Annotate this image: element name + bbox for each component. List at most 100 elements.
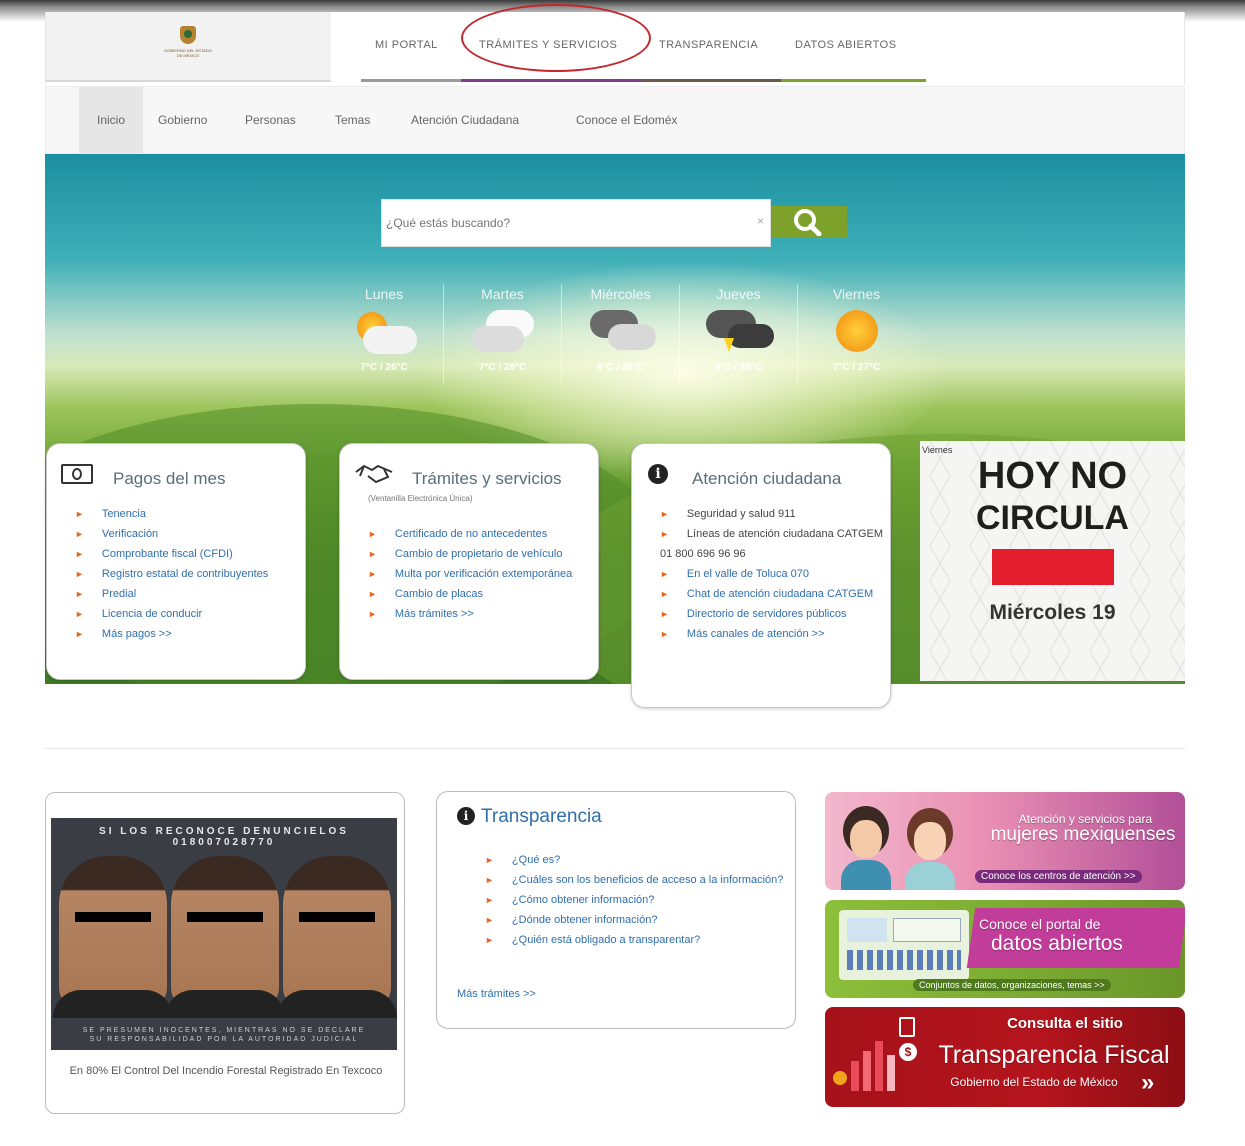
topnav-transparencia[interactable]: TRANSPARENCIA xyxy=(659,39,758,51)
pagos-link[interactable]: ► Comprobante fiscal (CFDI) xyxy=(75,544,295,564)
mujeres-banner[interactable]: Atención y servicios para mujeres mexiqu… xyxy=(825,792,1185,890)
transparencia-link[interactable]: ► ¿Cuáles son los beneficios de acceso a … xyxy=(485,870,785,890)
weather-temp: 6°C / 26°C xyxy=(714,362,763,373)
woman-illustration xyxy=(903,808,957,890)
mas-tramites-link[interactable]: ► Más trámites >> xyxy=(368,604,596,624)
hoy-no-circula-panel[interactable]: Viernes HOY NO CIRCULA Miércoles 19 xyxy=(920,441,1185,681)
subnav-atencion-ciudadana[interactable]: Atención Ciudadana xyxy=(411,87,519,153)
tramites-link[interactable]: ► Multa por verificación extemporánea xyxy=(368,564,596,584)
weather-day: Viernes 7°C / 27°C xyxy=(797,284,915,384)
news-poster-image[interactable]: SI LOS RECONOCE DENUNCIELOS 018007028770 … xyxy=(51,818,397,1050)
rain-cloud-icon xyxy=(586,308,656,356)
search-button[interactable] xyxy=(771,206,847,238)
logo-area: GOBIERNO DEL ESTADO DE MÉXICO xyxy=(46,12,331,82)
dashboard-illustration xyxy=(839,910,969,980)
suspect-photo xyxy=(165,856,285,1018)
fiscal-line1: Consulta el sitio xyxy=(1007,1015,1123,1032)
transparencia-link[interactable]: ► ¿Dónde obtener información? xyxy=(485,910,785,930)
weather-temp: 6°C / 26°C xyxy=(596,362,645,373)
pagos-link[interactable]: ► Verificación xyxy=(75,524,295,544)
mujeres-cta[interactable]: Conoce los centros de atención >> xyxy=(975,870,1142,883)
transparencia-link[interactable]: ► ¿Cómo obtener información? xyxy=(485,890,785,910)
atencion-item[interactable]: ► Líneas de atención ciudadana CATGEM 01 … xyxy=(660,524,888,564)
subnav-inicio[interactable]: Inicio xyxy=(79,87,143,153)
transparencia-link[interactable]: ► ¿Quién está obligado a transparentar? xyxy=(485,930,785,950)
finance-chart-illustration: $ xyxy=(833,1017,929,1101)
woman-illustration xyxy=(839,806,893,890)
datos-abiertos-banner[interactable]: Conoce el portal de datos abiertos Conju… xyxy=(825,900,1185,998)
topnav-bar-mi-portal xyxy=(361,79,461,82)
tramites-link[interactable]: ► Certificado de no antecedentes xyxy=(368,524,596,544)
weather-temp: 7°C / 26°C xyxy=(478,362,527,373)
suspect-photo xyxy=(53,856,173,1018)
search-input[interactable] xyxy=(386,210,756,236)
storm-icon xyxy=(704,308,774,356)
subnav-conoce-edomex[interactable]: Conoce el Edoméx xyxy=(576,87,677,153)
pagos-card: Pagos del mes ► Tenencia ► Verificación ► C… xyxy=(46,443,306,680)
info-icon: i xyxy=(457,807,475,825)
weather-day: Jueves 6°C / 26°C xyxy=(679,284,797,384)
hoy-no-circula-title: HOY NO xyxy=(977,455,1128,497)
transparencia-title: i Transparencia xyxy=(457,806,602,828)
datos-line2: datos abiertos xyxy=(991,932,1123,955)
handshake-icon xyxy=(355,464,393,484)
info-icon: i xyxy=(648,464,668,484)
topnav-bar-transparencia xyxy=(641,79,781,82)
fiscal-line3: Gobierno del Estado de México xyxy=(950,1075,1118,1089)
mas-pagos-link[interactable]: ► Más pagos >> xyxy=(75,624,295,644)
weather-day: Lunes 7°C / 26°C xyxy=(325,284,443,384)
chevron-right-icon[interactable]: » xyxy=(1141,1069,1154,1097)
weather-day-name: Miércoles xyxy=(590,286,651,302)
logo-text: GOBIERNO DEL ESTADO DE MÉXICO xyxy=(164,48,212,58)
topnav-mi-portal[interactable]: MI PORTAL xyxy=(375,39,438,51)
news-caption[interactable]: En 80% El Control Del Incendio Forestal … xyxy=(46,1061,404,1081)
weather-temp: 7°C / 27°C xyxy=(832,362,881,373)
weather-forecast: Lunes 7°C / 26°C Martes 7°C / 26°C Miérc… xyxy=(325,284,905,384)
tramites-link[interactable]: ► Cambio de propietario de vehículo xyxy=(368,544,596,564)
transparencia-card: i Transparencia ► ¿Qué es? ► ¿Cuáles son lo… xyxy=(436,791,796,1029)
search-box: × xyxy=(381,199,771,247)
clear-search-icon[interactable]: × xyxy=(757,214,764,228)
hoy-no-circula-label: Viernes xyxy=(922,445,953,455)
weather-day: Miércoles 6°C / 26°C xyxy=(561,284,679,384)
cloud-icon xyxy=(468,308,538,356)
poster-top-text: SI LOS RECONOCE DENUNCIELOS 018007028770 xyxy=(99,826,349,848)
transparencia-fiscal-banner[interactable]: $ Consulta el sitio Transparencia Fiscal… xyxy=(825,1007,1185,1107)
tramites-title: Trámites y servicios xyxy=(412,469,562,488)
section-divider xyxy=(45,748,1185,749)
fiscal-line2: Transparencia Fiscal xyxy=(938,1041,1170,1069)
atencion-item[interactable]: ► Chat de atención ciudadana CATGEM xyxy=(660,584,888,604)
subnav-personas[interactable]: Personas xyxy=(245,87,296,153)
atencion-item[interactable]: ► En el valle de Toluca 070 xyxy=(660,564,888,584)
news-card[interactable]: SI LOS RECONOCE DENUNCIELOS 018007028770 … xyxy=(45,792,405,1114)
suspect-photo xyxy=(277,856,397,1018)
datos-line1: Conoce el portal de xyxy=(979,916,1101,932)
weather-day: Martes 7°C / 26°C xyxy=(443,284,561,384)
sun-icon xyxy=(822,308,892,356)
atencion-list: ► Seguridad y salud 911 ► Líneas de atenci… xyxy=(660,504,888,644)
topnav-datos-abiertos[interactable]: DATOS ABIERTOS xyxy=(795,39,897,51)
transparencia-link[interactable]: ► ¿Qué es? xyxy=(485,850,785,870)
atencion-item[interactable]: ► Directorio de servidores públicos xyxy=(660,604,888,624)
atencion-item[interactable]: ► Seguridad y salud 911 xyxy=(660,504,888,524)
topnav-bar-datos xyxy=(781,79,926,82)
edomex-logo[interactable]: GOBIERNO DEL ESTADO DE MÉXICO xyxy=(164,26,214,66)
subnav-temas[interactable]: Temas xyxy=(335,87,370,153)
datos-cta[interactable]: Conjuntos de datos, organizaciones, tema… xyxy=(913,979,1111,991)
sun-cloud-icon xyxy=(349,308,419,356)
money-icon xyxy=(61,464,93,484)
tramites-link[interactable]: ► Cambio de placas xyxy=(368,584,596,604)
pagos-link[interactable]: ► Tenencia xyxy=(75,504,295,524)
pagos-link[interactable]: ► Predial xyxy=(75,584,295,604)
pagos-link[interactable]: ► Licencia de conducir xyxy=(75,604,295,624)
hoy-no-circula-subtitle: CIRCULA xyxy=(976,499,1129,537)
mas-canales-link[interactable]: ► Más canales de atención >> xyxy=(660,624,888,644)
hoy-no-circula-day: Miércoles 19 xyxy=(989,601,1116,624)
topnav-bar-tramites xyxy=(461,79,641,82)
mas-tramites-link[interactable]: Más trámites >> xyxy=(457,988,536,1000)
mujeres-line2: mujeres mexiquenses xyxy=(990,824,1176,845)
tramites-list: ► Certificado de no antecedentes ► Cambio … xyxy=(368,524,596,624)
pagos-link[interactable]: ► Registro estatal de contribuyentes xyxy=(75,564,295,584)
subnav-gobierno[interactable]: Gobierno xyxy=(158,87,207,153)
weather-temp: 7°C / 26°C xyxy=(360,362,408,373)
